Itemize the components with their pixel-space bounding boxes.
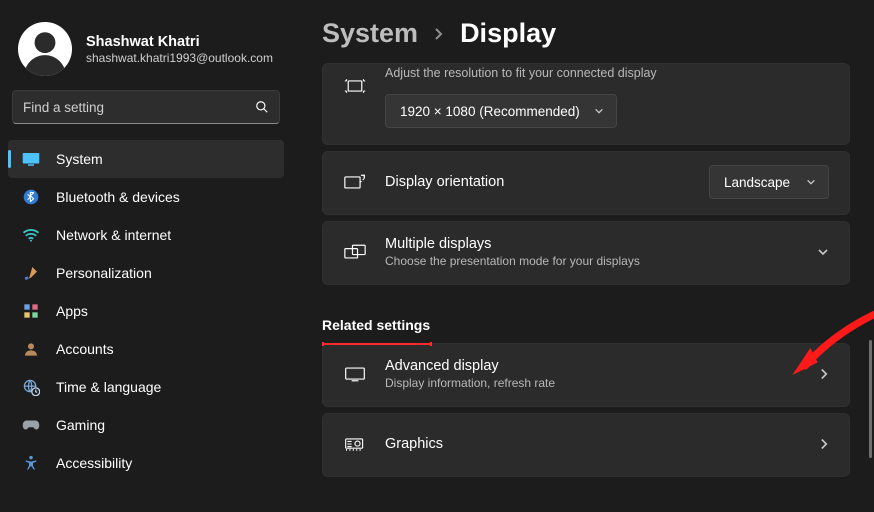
multiple-displays-subtitle: Choose the presentation mode for your di…	[385, 254, 799, 268]
breadcrumb-current: Display	[460, 18, 556, 49]
display-resolution-card[interactable]: Adjust the resolution to fit your connec…	[322, 63, 850, 145]
user-name: Shashwat Khatri	[86, 33, 273, 51]
orientation-dropdown[interactable]: Landscape	[709, 165, 829, 199]
sidebar: Shashwat Khatri shashwat.khatri1993@outl…	[0, 0, 296, 512]
breadcrumb: System Display	[322, 0, 850, 63]
annotation-underline	[322, 343, 432, 345]
search-input[interactable]: Find a setting	[12, 90, 280, 124]
graphics-title: Graphics	[385, 436, 802, 452]
sidebar-item-gaming[interactable]: Gaming	[8, 406, 284, 444]
graphics-card[interactable]: Graphics	[322, 413, 850, 477]
resolution-subtitle: Adjust the resolution to fit your connec…	[385, 66, 829, 80]
sidebar-item-system[interactable]: System	[8, 140, 284, 178]
accessibility-icon	[22, 454, 40, 472]
bluetooth-icon	[22, 188, 40, 206]
multiple-displays-title: Multiple displays	[385, 236, 799, 252]
sidebar-item-time-language[interactable]: Time & language	[8, 368, 284, 406]
sidebar-item-label: Network & internet	[56, 227, 171, 243]
advanced-display-title: Advanced display	[385, 358, 802, 374]
main-content: System Display Adjust the resolution to …	[296, 0, 874, 512]
resolution-icon	[343, 78, 367, 94]
orientation-icon	[343, 174, 367, 190]
chevron-down-icon[interactable]	[817, 247, 829, 257]
graphics-icon	[343, 436, 367, 452]
chevron-right-icon	[434, 27, 444, 41]
sidebar-item-label: Accounts	[56, 341, 114, 357]
chevron-down-icon	[594, 107, 604, 115]
related-settings-heading: Related settings	[322, 291, 430, 343]
advanced-display-subtitle: Display information, refresh rate	[385, 376, 802, 390]
gamepad-icon	[22, 416, 40, 434]
user-account-block[interactable]: Shashwat Khatri shashwat.khatri1993@outl…	[0, 4, 292, 90]
sidebar-item-apps[interactable]: Apps	[8, 292, 284, 330]
globe-clock-icon	[22, 378, 40, 396]
sidebar-item-accounts[interactable]: Accounts	[8, 330, 284, 368]
sidebar-item-label: Bluetooth & devices	[56, 189, 180, 205]
sidebar-item-label: Accessibility	[56, 455, 132, 471]
orientation-title: Display orientation	[385, 174, 691, 190]
search-icon	[255, 100, 269, 114]
sidebar-item-accessibility[interactable]: Accessibility	[8, 444, 284, 482]
display-orientation-card[interactable]: Display orientation Landscape	[322, 151, 850, 215]
monitor-icon	[22, 150, 40, 168]
advanced-display-card[interactable]: Advanced display Display information, re…	[322, 343, 850, 407]
wifi-icon	[22, 226, 40, 244]
search-placeholder: Find a setting	[23, 100, 104, 115]
sidebar-item-network[interactable]: Network & internet	[8, 216, 284, 254]
sidebar-item-label: Gaming	[56, 417, 105, 433]
orientation-value: Landscape	[724, 175, 790, 190]
sidebar-item-label: Time & language	[56, 379, 161, 395]
person-icon	[22, 340, 40, 358]
brush-icon	[22, 264, 40, 282]
sidebar-item-label: Apps	[56, 303, 88, 319]
breadcrumb-root[interactable]: System	[322, 18, 418, 49]
user-email: shashwat.khatri1993@outlook.com	[86, 51, 273, 65]
sidebar-item-label: Personalization	[56, 265, 152, 281]
resolution-value: 1920 × 1080 (Recommended)	[400, 104, 580, 119]
display-icon	[343, 366, 367, 382]
resolution-dropdown[interactable]: 1920 × 1080 (Recommended)	[385, 94, 617, 128]
scrollbar-thumb[interactable]	[869, 340, 872, 458]
sidebar-item-personalization[interactable]: Personalization	[8, 254, 284, 292]
avatar	[18, 22, 72, 76]
sidebar-nav: System Bluetooth & devices Network & int…	[0, 136, 292, 482]
chevron-right-icon	[820, 437, 829, 451]
multiple-displays-card[interactable]: Multiple displays Choose the presentatio…	[322, 221, 850, 285]
sidebar-item-label: System	[56, 151, 103, 167]
sidebar-item-bluetooth[interactable]: Bluetooth & devices	[8, 178, 284, 216]
chevron-right-icon	[820, 367, 829, 381]
chevron-down-icon	[806, 178, 816, 186]
multiple-displays-icon	[343, 244, 367, 260]
apps-icon	[22, 302, 40, 320]
